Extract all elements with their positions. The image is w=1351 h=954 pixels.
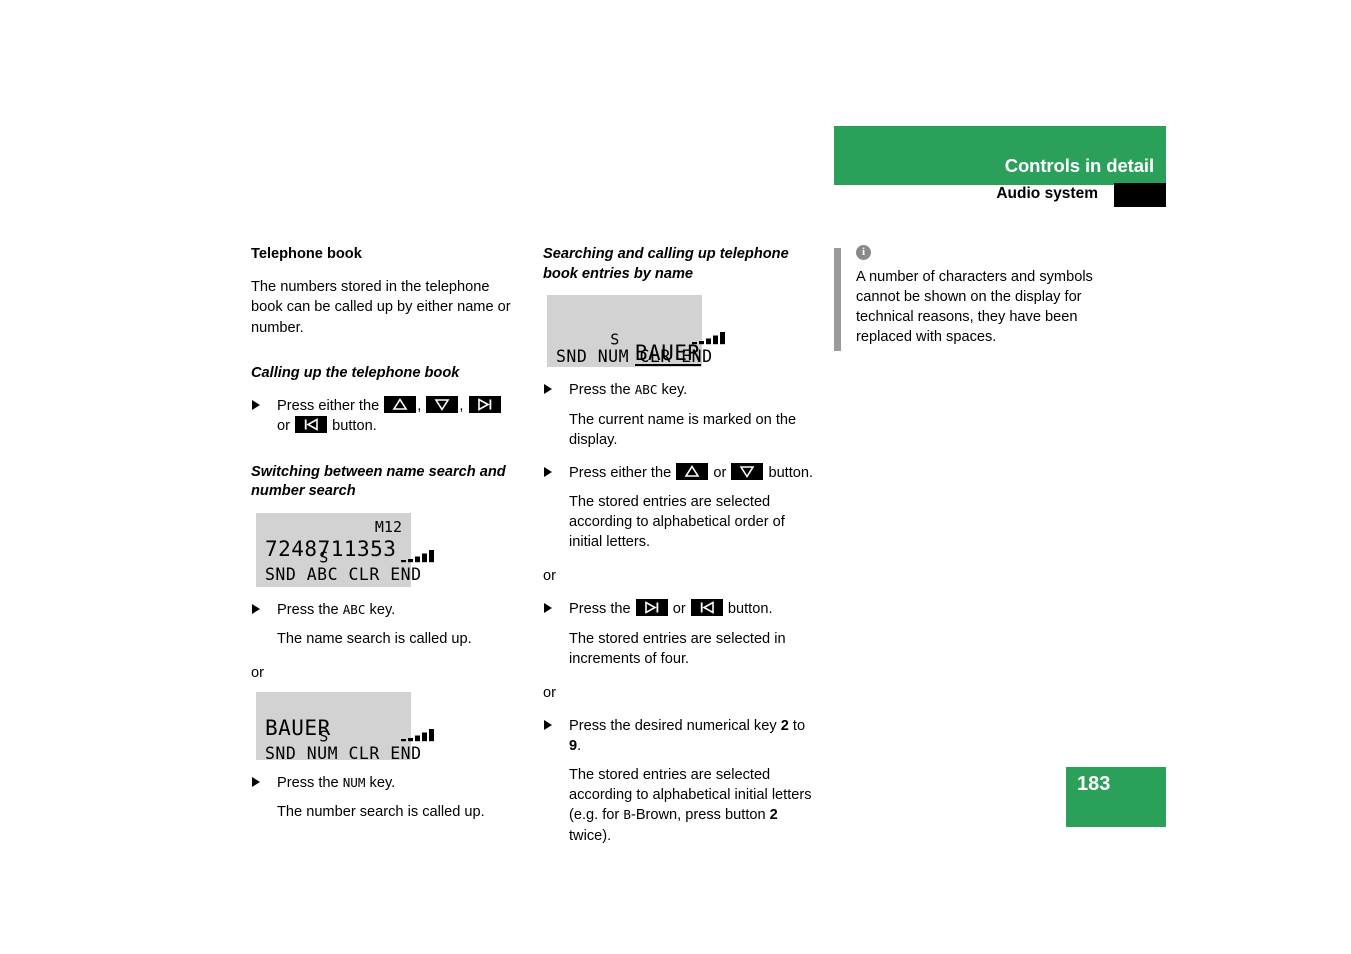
section-subtitle: Audio system (996, 185, 1098, 202)
telephone-book-intro: The numbers stored in the telephone book… (251, 279, 511, 336)
step-text-suffix: key. (369, 775, 396, 792)
result-initial-letters: The stored entries are selected accordin… (569, 765, 815, 846)
step-press-skip: Press the or button. (543, 599, 815, 619)
step-comma-2: , (459, 398, 464, 415)
header-green-band: Controls in detail (834, 126, 1166, 185)
letter-b-key-label: B (623, 807, 631, 823)
step-press-num: Press the NUM key. (251, 773, 523, 793)
info-note-box: i A number of characters and symbols can… (834, 245, 1134, 351)
lcd-display-name-marked: S BAUER SND NUM CLR END (547, 295, 726, 368)
step-text-prefix: Press the (569, 382, 631, 399)
skip-previous-button[interactable] (295, 416, 328, 434)
middle-column: Searching and calling up telephone book … (543, 245, 815, 846)
result-number-search: The number search is called up. (277, 804, 485, 821)
result-text-part2: -Brown, press button (630, 807, 766, 824)
numeric-key-twice[interactable]: 2 (770, 807, 778, 823)
or-separator-mid-1: or (543, 568, 556, 585)
note-accent-bar (834, 248, 841, 351)
step-calling-up: Press either the , , or button. (251, 396, 523, 436)
step-text-prefix: Press the (569, 601, 631, 618)
header-subtitle-row: Audio system (834, 183, 1166, 211)
step-press-numerical-key: Press the desired numerical key 2 to 9. (543, 716, 815, 756)
step-bullet-icon (544, 603, 552, 614)
left-column: Telephone book The numbers stored in the… (251, 245, 523, 823)
step-bullet-icon (252, 603, 260, 614)
abc-key-label[interactable]: ABC (343, 602, 366, 617)
up-triangle-button[interactable] (676, 462, 709, 480)
down-triangle-button[interactable] (426, 396, 459, 414)
step-press-up-down: Press either the or button. (543, 462, 815, 483)
calling-up-telephone-book-heading: Calling up the telephone book (251, 364, 460, 381)
step-text-prefix: Press either the (569, 464, 672, 481)
page-number: 183 (1077, 773, 1111, 795)
result-name-marked: The current name is marked on the displa… (569, 411, 797, 448)
step-bullet-icon (544, 719, 552, 730)
or-separator-left: or (251, 665, 264, 682)
step-text-suffix: button. (768, 464, 814, 481)
step-comma-1: , (417, 398, 422, 415)
signal-strength-icon (328, 713, 444, 761)
num-key-label[interactable]: NUM (343, 775, 366, 790)
signal-strength-icon (619, 316, 735, 364)
right-column: i A number of characters and symbols can… (834, 245, 1134, 351)
note-text: A number of characters and symbols canno… (856, 269, 1093, 346)
page-title: Controls in detail (1004, 155, 1154, 176)
step-text-prefix: Press the desired numerical key (569, 717, 777, 734)
result-alphabetical-order: The stored entries are selected accordin… (569, 493, 785, 551)
step-text-suffix: key. (661, 382, 688, 399)
step-bullet-icon (544, 384, 552, 395)
step-text-suffix: button. (727, 601, 773, 618)
step-or-label: or (277, 418, 290, 435)
page-number-box: 183 (1066, 767, 1166, 827)
chapter-tab-marker (1114, 183, 1166, 207)
step-or-inline: or (672, 601, 686, 618)
step-text-suffix: button. (332, 418, 377, 435)
result-increments-of-four: The stored entries are selected in incre… (569, 630, 786, 667)
step-bullet-icon (252, 400, 260, 411)
page-header: Controls in detail Audio system (834, 126, 1166, 211)
numeric-key-to[interactable]: 9 (569, 738, 577, 754)
step-press-abc-mid: Press the ABC key. (543, 380, 815, 400)
result-name-search: The name search is called up. (277, 631, 472, 648)
info-icon: i (856, 245, 871, 260)
lcd-signal-letter: S (610, 330, 620, 349)
signal-strength-icon (328, 534, 444, 582)
step-or-inline: or (713, 464, 727, 481)
step-text-suffix: key. (369, 601, 396, 618)
switching-search-heading: Switching between name search and number… (251, 463, 506, 500)
or-separator-mid-2: or (543, 684, 556, 701)
numeric-key-from[interactable]: 2 (781, 718, 789, 734)
step-period: . (577, 738, 582, 754)
up-triangle-button[interactable] (384, 396, 417, 414)
step-bullet-icon (544, 466, 552, 477)
step-bullet-icon (252, 777, 260, 788)
abc-key-label[interactable]: ABC (635, 382, 658, 397)
skip-next-button[interactable] (635, 599, 668, 617)
step-text-prefix: Press the (277, 775, 339, 792)
telephone-book-heading: Telephone book (251, 246, 362, 262)
down-triangle-button[interactable] (731, 462, 764, 480)
result-text-part3: twice). (569, 827, 612, 844)
step-press-abc: Press the ABC key. (251, 600, 523, 620)
lcd-signal-letter: S (319, 727, 329, 746)
step-text-prefix: Press either the (277, 398, 380, 415)
skip-next-button[interactable] (468, 396, 501, 414)
lcd-display-number-search: S M12 7248711353 SND ABC CLR END (256, 512, 435, 587)
step-to-label: to (792, 717, 806, 734)
lcd-memory-label: M12 (374, 517, 402, 536)
lcd-status-row: S (265, 698, 435, 744)
lcd-status-row: S (556, 301, 726, 347)
searching-entries-heading: Searching and calling up telephone book … (543, 246, 789, 282)
skip-previous-button[interactable] (690, 599, 723, 617)
step-text-prefix: Press the (277, 601, 339, 618)
lcd-status-row: S M12 (265, 517, 435, 565)
lcd-display-name-search: S BAUER SND NUM CLR END (256, 692, 435, 762)
lcd-signal-letter: S (319, 548, 329, 567)
